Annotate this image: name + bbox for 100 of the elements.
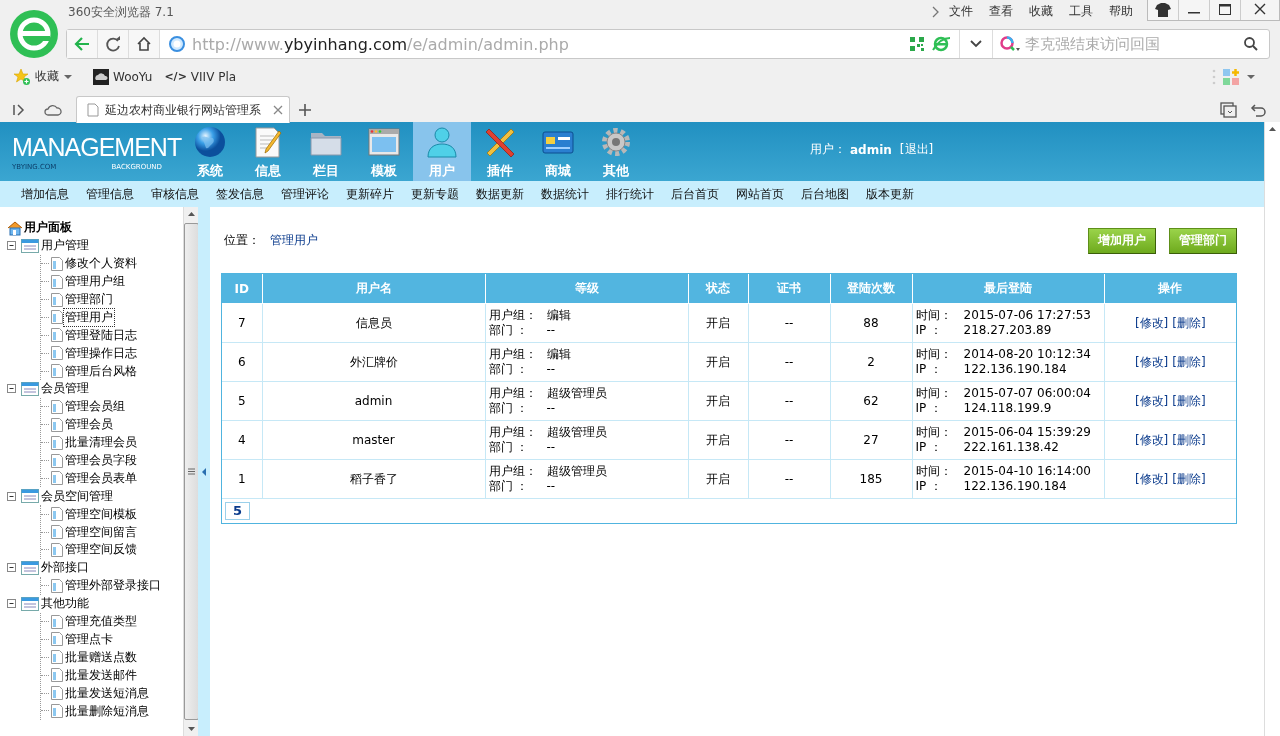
collapse-toggle-icon[interactable]: [7, 384, 16, 394]
tree-item[interactable]: 批量删除短消息: [63, 701, 151, 721]
cloud-icon[interactable]: [44, 102, 62, 117]
tree-item[interactable]: 管理外部登录接口: [63, 576, 163, 596]
menu-item[interactable]: 工具: [1061, 3, 1101, 20]
menu-item[interactable]: 帮助: [1101, 3, 1141, 20]
table-cell: 88: [830, 303, 912, 343]
tree-item[interactable]: 修改个人资料: [63, 254, 139, 274]
tree-item[interactable]: 管理空间反馈: [63, 540, 139, 560]
reload-icon: [104, 35, 122, 53]
tree-item[interactable]: 管理会员: [63, 415, 115, 435]
restore-tabs-icon[interactable]: [1220, 101, 1238, 118]
bookmark[interactable]: WooYu: [90, 66, 156, 87]
tree-group[interactable]: 其他功能: [41, 595, 89, 613]
search-icon[interactable]: [1243, 36, 1259, 52]
field-value: 2015-07-06 17:27:53: [963, 308, 1091, 323]
delete-link[interactable]: [删除]: [1172, 393, 1206, 408]
tree-item[interactable]: 管理用户组: [63, 272, 127, 292]
tree-item[interactable]: 管理空间模板: [63, 504, 139, 524]
caret-icon[interactable]: [1246, 72, 1256, 81]
menu-link[interactable]: 管理评论: [272, 185, 337, 203]
delete-link[interactable]: [删除]: [1172, 471, 1206, 486]
edit-link[interactable]: [修改]: [1134, 393, 1169, 408]
menu-link[interactable]: 版本更新: [857, 185, 922, 203]
menu-link[interactable]: 更新专题: [402, 185, 467, 203]
menu-link[interactable]: 数据更新: [467, 185, 532, 203]
chevron-right-icon[interactable]: [931, 4, 941, 19]
undo-icon[interactable]: [1250, 101, 1268, 118]
reload-button[interactable]: [98, 30, 129, 58]
bookmark[interactable]: 收藏: [10, 65, 76, 88]
menu-link[interactable]: 管理信息: [77, 185, 142, 203]
dropdown-button[interactable]: [959, 30, 993, 58]
collapse-toggle-icon[interactable]: [7, 599, 16, 609]
delete-link[interactable]: [删除]: [1172, 432, 1206, 447]
menu-link[interactable]: 后台地图: [792, 185, 857, 203]
qr-code-icon[interactable]: [909, 36, 925, 52]
tree-item[interactable]: 批量发送邮件: [63, 665, 139, 685]
menu-link[interactable]: 网站首页: [727, 185, 792, 203]
list-window-icon: [21, 238, 39, 253]
page-icon: [51, 686, 63, 701]
scrollbar[interactable]: [183, 207, 198, 736]
tree-group[interactable]: 外部接口: [41, 559, 89, 577]
tree-item[interactable]: 管理登陆日志: [63, 325, 139, 345]
tree-item[interactable]: 管理操作日志: [63, 343, 139, 363]
page-icon: [51, 668, 63, 683]
tree-item[interactable]: 管理部门: [63, 290, 115, 309]
breadcrumb-link[interactable]: 管理用户: [270, 232, 318, 249]
search-field[interactable]: 李克强结束访问回国: [1023, 34, 1243, 54]
sidebar-toggle-icon[interactable]: [12, 102, 26, 117]
collapse-arrow-icon[interactable]: [201, 466, 207, 477]
menu-link[interactable]: 后台首页: [662, 185, 727, 203]
collapse-toggle-icon[interactable]: [7, 491, 16, 501]
grip-icon: [187, 468, 195, 475]
tree-item[interactable]: 批量清理会员: [63, 433, 139, 453]
tree-item[interactable]: 管理会员组: [63, 397, 127, 417]
table-cell: 2: [830, 342, 912, 382]
menu-link[interactable]: 数据统计: [532, 185, 597, 203]
edit-link[interactable]: [修改]: [1134, 354, 1169, 369]
home-icon: [7, 219, 23, 236]
table-cell: master: [262, 420, 485, 460]
menu-link[interactable]: 排行统计: [597, 185, 662, 203]
table-cell: 开启: [688, 420, 748, 460]
menu-item[interactable]: 收藏: [1021, 3, 1061, 20]
menu-link[interactable]: 审核信息: [142, 185, 207, 203]
tree-item[interactable]: 批量赠送点数: [63, 647, 139, 667]
tree-item[interactable]: 管理用户: [63, 307, 115, 327]
tree-group[interactable]: 会员管理: [41, 380, 89, 398]
collapse-toggle-icon[interactable]: [7, 241, 16, 251]
collapse-toggle-icon[interactable]: [7, 563, 16, 573]
table-cell: --: [748, 303, 830, 343]
bookmark[interactable]: </> VIIV Pla: [161, 67, 240, 86]
page-number[interactable]: 5: [225, 502, 251, 520]
edit-link[interactable]: [修改]: [1134, 315, 1169, 330]
home-button[interactable]: [129, 30, 160, 58]
tree-group[interactable]: 会员空间管理: [41, 487, 113, 505]
tree-item[interactable]: 批量发送短消息: [63, 683, 151, 703]
home-icon: [135, 35, 153, 53]
tree-item[interactable]: 管理后台风格: [63, 361, 139, 381]
field-label: 时间：: [915, 464, 953, 479]
logo-title: MANAGEMENT: [12, 131, 183, 162]
tree-item[interactable]: 管理点卡: [63, 629, 115, 649]
tree-item[interactable]: 管理会员表单: [63, 468, 139, 488]
delete-link[interactable]: [删除]: [1172, 315, 1206, 330]
new-tab-icon[interactable]: [298, 102, 312, 117]
menu-link[interactable]: 签发信息: [207, 185, 272, 203]
menu-item[interactable]: 查看: [981, 3, 1021, 20]
tree-item[interactable]: 管理空间留言: [63, 522, 139, 542]
edit-link[interactable]: [修改]: [1134, 471, 1169, 486]
delete-link[interactable]: [删除]: [1172, 354, 1206, 369]
tree-item[interactable]: 管理充值类型: [63, 612, 139, 632]
menu-link[interactable]: 更新碎片: [337, 185, 402, 203]
browser-tab[interactable]: 延边农村商业银行网站管理系: [76, 96, 290, 123]
tree-item[interactable]: 管理会员字段: [63, 451, 139, 471]
menu-item[interactable]: 文件: [941, 3, 981, 20]
caret-icon: [63, 72, 73, 81]
more-dots-icon[interactable]: [1212, 68, 1216, 85]
edit-link[interactable]: [修改]: [1134, 432, 1169, 447]
address-field[interactable]: http://www.ybyinhang.com/e/admin/admin.php: [192, 34, 569, 54]
menu-link[interactable]: 增加信息: [12, 185, 77, 203]
tree-group[interactable]: 用户管理: [41, 237, 89, 255]
